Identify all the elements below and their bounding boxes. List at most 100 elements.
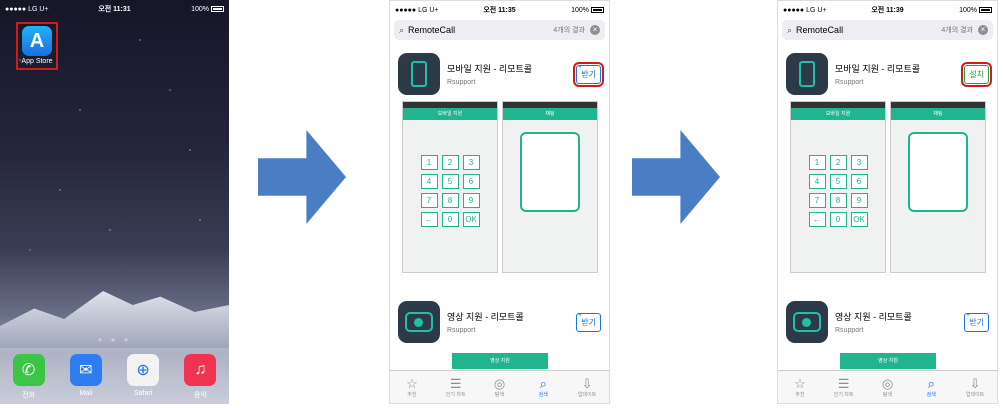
tab-update[interactable]: ⇩ 업데이트 [570, 376, 604, 398]
mail-icon: ✉ [69, 354, 102, 386]
tab-search[interactable]: ⌕ 검색 [914, 376, 948, 398]
camera-icon [793, 312, 821, 332]
screenshot-header: 채팅 [891, 108, 985, 120]
battery-icon [211, 5, 224, 12]
tab-list[interactable]: ☰ 인기 차트 [439, 376, 473, 398]
update-icon: ⇩ [581, 376, 593, 391]
status-bar: ●●●●● LG U+ 오전 11:31 100% [0, 0, 229, 18]
app-developer: Rsupport [835, 79, 864, 86]
screenshot-keypad: 모바일 지원 1 2 3 4 5 6 7 8 9 ← 0 OK [402, 101, 498, 273]
phone-mockup [908, 132, 968, 212]
app-developer: Rsupport [447, 327, 476, 334]
tab-label: 추천 [795, 392, 805, 398]
phone-mockup [520, 132, 580, 212]
dock: ✆ 전화 ✉ Mail ⊕ Safari ♫ 음악 [0, 348, 229, 404]
list-item[interactable]: 영상 지원 - 리모트콜 Rsupport 받기 [398, 301, 601, 343]
screenshot-chat: 채팅 [502, 101, 598, 273]
clock: 오전 11:39 [871, 7, 904, 14]
keypad-key: OK [462, 212, 480, 227]
tab-label: 탐색 [494, 392, 505, 398]
keypad: 1 2 3 4 5 6 7 8 9 ← 0 OK [420, 155, 480, 227]
tab-label: 검색 [538, 392, 548, 398]
screenshot-preview-header: 영상 지원 [452, 353, 548, 369]
phone-icon: ✆ [12, 354, 45, 386]
tab-bar: ☆ 추천 ☰ 인기 차트 ◎ 탐색 ⌕ 검색 ⇩ 업데이트 [778, 370, 997, 403]
keypad-key: 9 [850, 193, 868, 208]
flow-arrow-1 [258, 130, 346, 224]
tab-label: 검색 [926, 392, 936, 398]
search-input[interactable]: ⌕ RemoteCall 4개의 결과 × [782, 20, 993, 40]
dock-app-전화[interactable]: ✆ 전화 [11, 354, 47, 404]
app-title: 영상 지원 - 리모트콜 [835, 312, 912, 322]
status-bar: ●●●●● LG U+ 오전 11:39 100% [778, 1, 997, 19]
keypad-key: 4 [808, 174, 826, 189]
list-item[interactable]: 영상 지원 - 리모트콜 Rsupport 받기 [786, 301, 989, 343]
app-store-install-screen: ●●●●● LG U+ 오전 11:39 100% ⌕ RemoteCall 4… [777, 0, 998, 404]
tab-label: 업데이트 [577, 392, 597, 398]
keypad-key: ← [420, 212, 438, 227]
app-store-label: App Store [21, 58, 53, 65]
status-bar: ●●●●● LG U+ 오전 11:35 100% [390, 1, 609, 19]
keypad-key: 0 [441, 212, 459, 227]
battery-icon [591, 6, 604, 13]
app-icon [786, 53, 828, 95]
install-button[interactable]: 설치 [961, 61, 992, 87]
screenshot-header: 모바일 지원 [403, 108, 497, 120]
tab-update[interactable]: ⇩ 업데이트 [958, 376, 992, 398]
compass-icon: ◎ [493, 376, 506, 391]
mobile-phone-icon [799, 61, 815, 87]
keypad-key: 3 [462, 155, 480, 170]
result-count: 4개의 결과 [941, 27, 973, 34]
app-meta: 영상 지원 - 리모트콜 Rsupport [447, 310, 576, 334]
camera-icon [405, 312, 433, 332]
clear-icon[interactable]: × [978, 25, 988, 35]
dock-app-label: Mail [79, 390, 93, 397]
search-icon: ⌕ [539, 376, 547, 391]
clock: 오전 11:31 [98, 6, 131, 13]
list-item[interactable]: 모바일 지원 - 리모트콜 Rsupport 받기 [398, 53, 604, 95]
dock-app-Safari[interactable]: ⊕ Safari [125, 354, 161, 404]
screenshot-header: 모바일 지원 [791, 108, 885, 120]
page-indicator: ● ● ● [97, 335, 132, 344]
tab-search[interactable]: ⌕ 검색 [526, 376, 560, 398]
get-button[interactable]: 받기 [964, 312, 989, 332]
search-icon: ⌕ [399, 24, 405, 35]
search-query: RemoteCall [796, 25, 844, 35]
home-screen: ●●●●● LG U+ 오전 11:31 100% A App Store ● … [0, 0, 229, 404]
clear-icon[interactable]: × [590, 25, 600, 35]
tab-star[interactable]: ☆ 추천 [395, 376, 429, 398]
keypad-key: 7 [420, 193, 438, 208]
app-meta: 모바일 지원 - 리모트콜 Rsupport [447, 62, 576, 86]
keypad: 1 2 3 4 5 6 7 8 9 ← 0 OK [808, 155, 868, 227]
app-title: 영상 지원 - 리모트콜 [447, 312, 524, 322]
flow-arrow-2 [632, 130, 720, 224]
dock-app-label: Safari [133, 390, 153, 397]
app-meta: 모바일 지원 - 리모트콜 Rsupport [835, 62, 964, 86]
keypad-key: 0 [829, 212, 847, 227]
tab-label: 탐색 [882, 392, 893, 398]
search-input[interactable]: ⌕ RemoteCall 4개의 결과 × [394, 20, 605, 40]
tab-label: 업데이트 [965, 392, 985, 398]
tab-star[interactable]: ☆ 추천 [783, 376, 817, 398]
app-icon [786, 301, 828, 343]
keypad-key: 8 [829, 193, 847, 208]
keypad-key: 8 [441, 193, 459, 208]
get-button[interactable]: 받기 [576, 312, 601, 332]
tab-label: 인기 차트 [833, 392, 854, 398]
get-button[interactable]: 받기 [573, 61, 604, 87]
tab-list[interactable]: ☰ 인기 차트 [827, 376, 861, 398]
tab-compass[interactable]: ◎ 탐색 [482, 376, 516, 398]
star-icon: ☆ [406, 376, 418, 391]
app-developer: Rsupport [835, 327, 864, 334]
screenshot-keypad: 모바일 지원 1 2 3 4 5 6 7 8 9 ← 0 OK [790, 101, 886, 273]
tab-compass[interactable]: ◎ 탐색 [870, 376, 904, 398]
keypad-key: 5 [829, 174, 847, 189]
list-item[interactable]: 모바일 지원 - 리모트콜 Rsupport 설치 [786, 53, 992, 95]
keypad-key: 6 [850, 174, 868, 189]
result-count: 4개의 결과 [553, 27, 585, 34]
keypad-key: 9 [462, 193, 480, 208]
dock-app-음악[interactable]: ♫ 음악 [182, 354, 218, 404]
list-icon: ☰ [449, 376, 462, 391]
dock-app-Mail[interactable]: ✉ Mail [68, 354, 104, 404]
app-store-icon-button[interactable]: A App Store [16, 22, 58, 70]
